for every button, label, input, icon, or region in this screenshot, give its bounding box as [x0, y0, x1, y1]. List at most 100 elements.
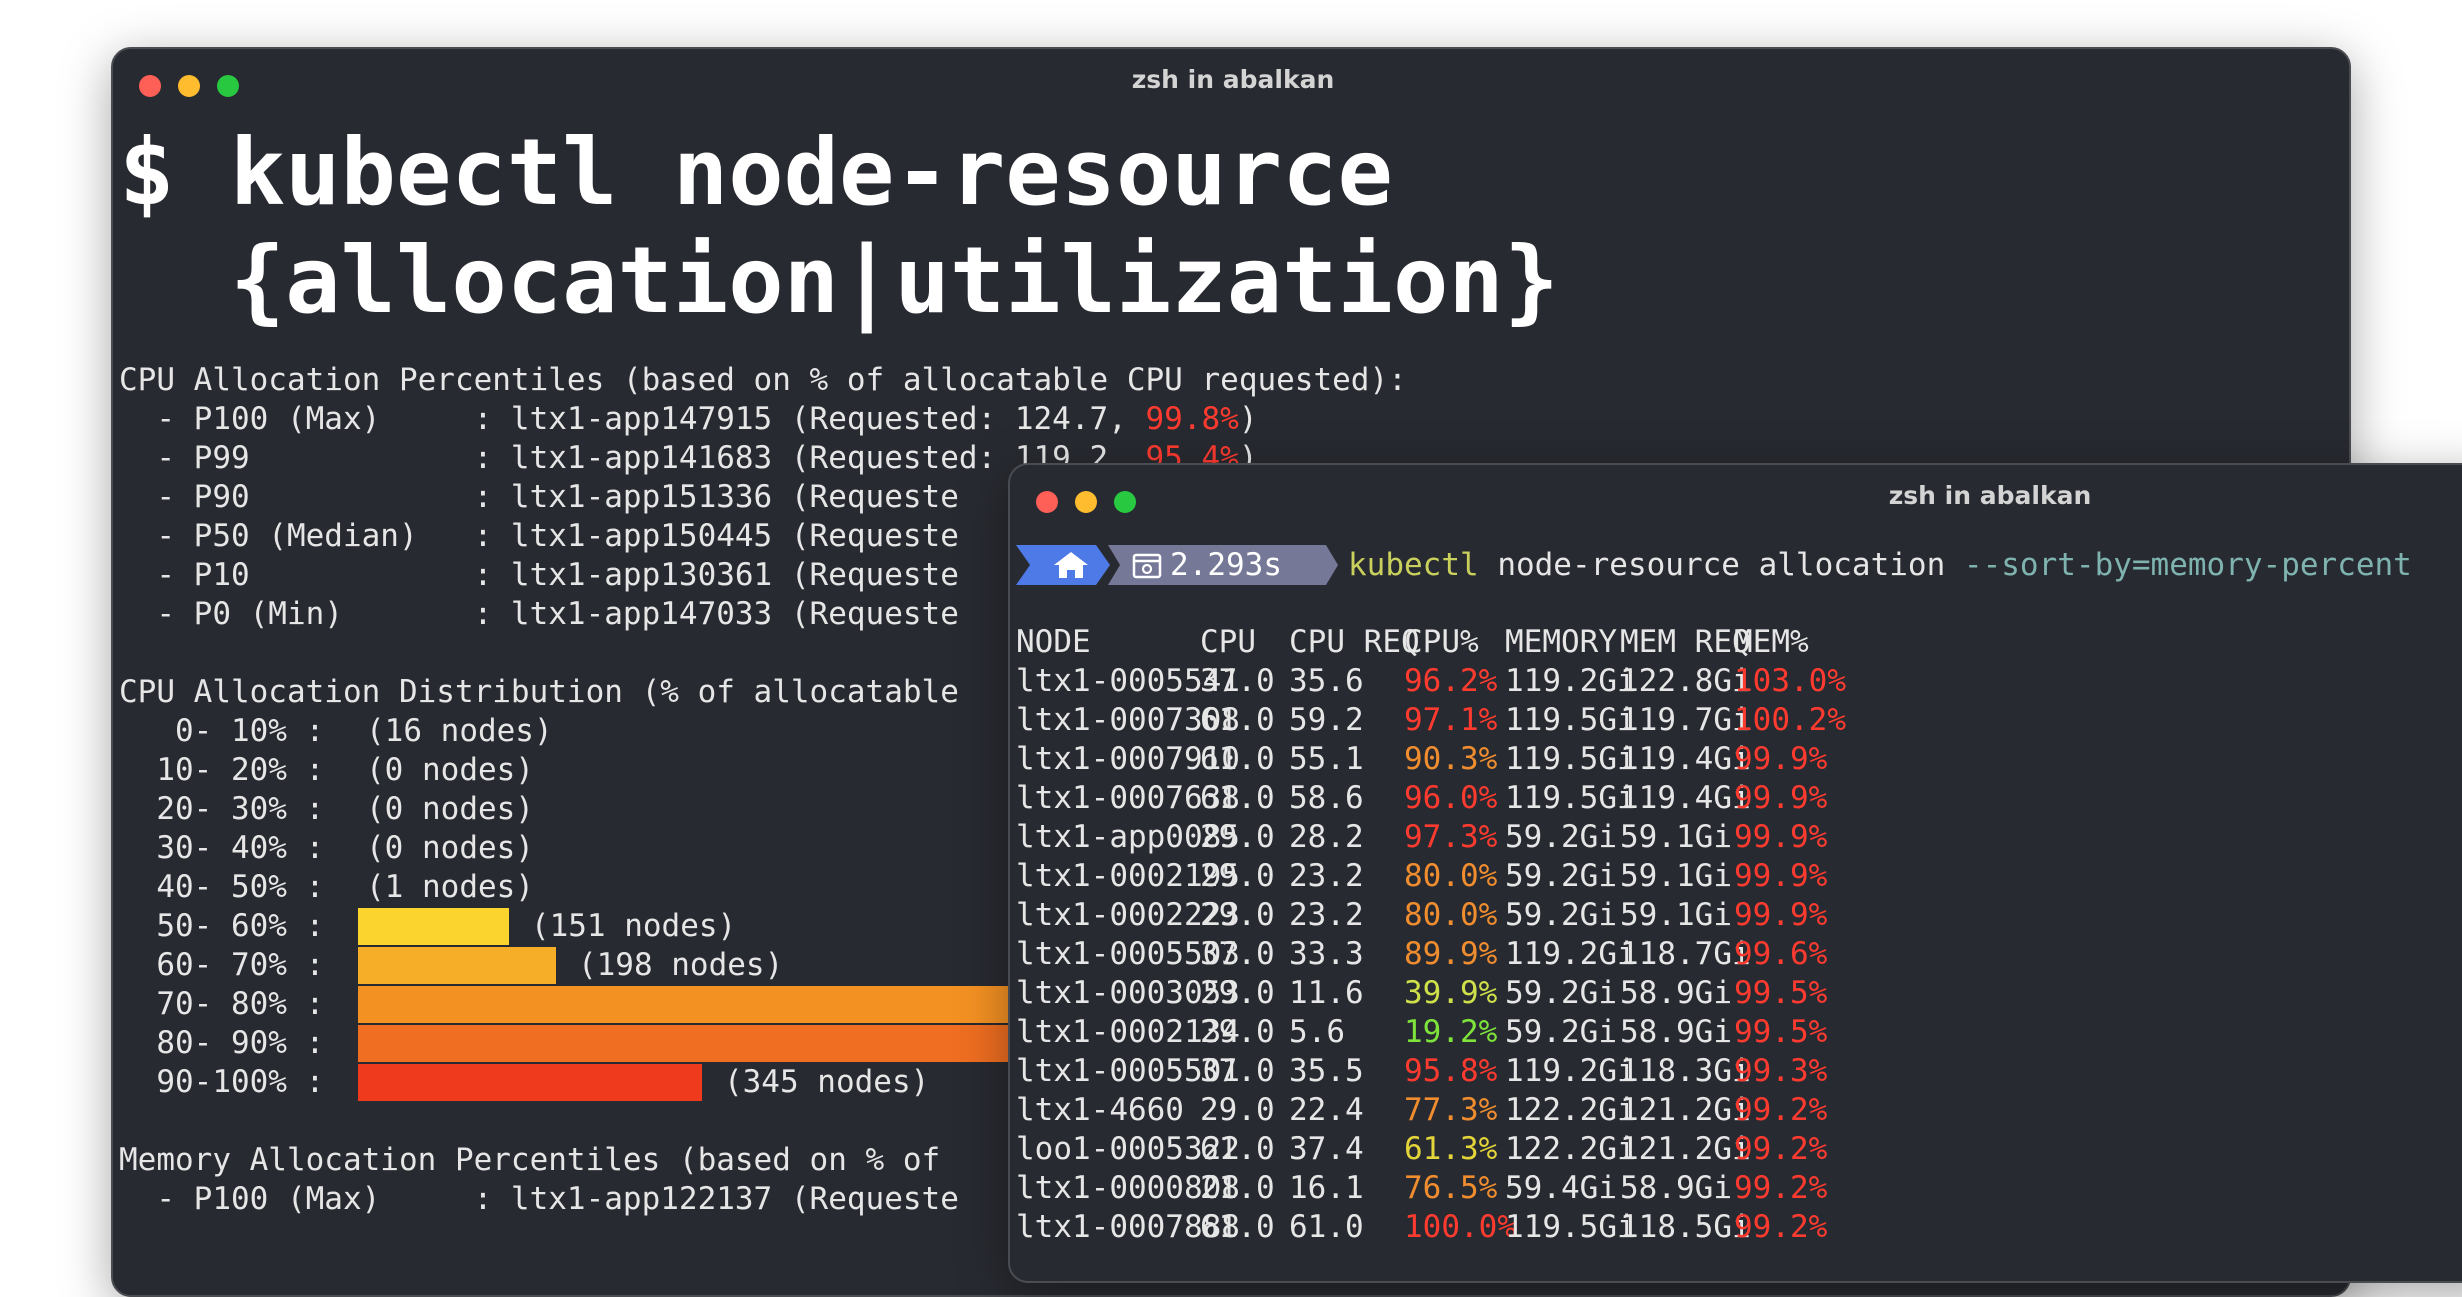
titlebar[interactable]: zsh in abalkan: [1010, 465, 2462, 533]
distribution-range: 20- 30% :: [119, 791, 343, 827]
memory-percent: 99.2%: [1734, 1170, 1828, 1206]
memory-requested: 118.7Gi: [1620, 936, 1751, 972]
cpu-capacity: 61.0: [1200, 702, 1275, 738]
distribution-bar: [358, 908, 509, 945]
percentile-text: - P10 : ltx1-app130361 (Requeste: [119, 557, 959, 593]
distribution-count: (0 nodes): [366, 752, 534, 788]
percentile-value: 99.8%: [1145, 401, 1239, 437]
cpu-requested: 11.6: [1289, 975, 1364, 1011]
memory-percent: 99.9%: [1734, 858, 1828, 894]
cpu-capacity: 29.0: [1200, 975, 1275, 1011]
memory-capacity: 59.2Gi: [1505, 975, 1617, 1011]
distribution-bar: [358, 1064, 702, 1101]
memory-percent: 99.9%: [1734, 819, 1828, 855]
memory-requested: 59.1Gi: [1620, 819, 1732, 855]
column-header: CPU%: [1404, 624, 1479, 660]
distribution-range: 0- 10% :: [119, 713, 343, 749]
cpu-capacity: 37.0: [1200, 936, 1275, 972]
memory-requested: 58.9Gi: [1620, 1170, 1732, 1206]
memory-percent: 103.0%: [1734, 663, 1846, 699]
cpu-capacity: 21.0: [1200, 1170, 1275, 1206]
cpu-requested: 23.2: [1289, 858, 1364, 894]
memory-capacity: 59.2Gi: [1505, 858, 1617, 894]
cpu-percent: 97.3%: [1404, 819, 1498, 855]
distribution-range: 90-100% :: [119, 1064, 343, 1100]
percentile-text: - P90 : ltx1-app151336 (Requeste: [119, 479, 959, 515]
cpu-percent: 77.3%: [1404, 1092, 1498, 1128]
distribution-range: 70- 80% :: [119, 986, 343, 1022]
cpu-capacity: 61.0: [1200, 1131, 1275, 1167]
distribution-range: 50- 60% :: [119, 908, 343, 944]
distribution-count: (198 nodes): [577, 947, 784, 983]
cpu-percent: 61.3%: [1404, 1131, 1498, 1167]
terminal-window-front[interactable]: zsh in abalkan 2.293s kubectl node-resou…: [1008, 463, 2462, 1283]
cpu-requested: 37.4: [1289, 1131, 1364, 1167]
cpu-capacity: 29.0: [1200, 819, 1275, 855]
cpu-percent: 89.9%: [1404, 936, 1498, 972]
cpu-percent: 80.0%: [1404, 858, 1498, 894]
column-header: CPU REQ: [1289, 624, 1420, 660]
cpu-percent: 100.0%: [1404, 1209, 1516, 1245]
elapsed-time: 2.293s: [1170, 547, 1282, 583]
node-name: ltx1-4660: [1016, 1092, 1184, 1128]
percentile-text: - P0 (Min) : ltx1-app147033 (Requeste: [119, 596, 959, 632]
column-header: NODE: [1016, 624, 1091, 660]
titlebar[interactable]: zsh in abalkan: [113, 49, 2349, 117]
cpu-capacity: 29.0: [1200, 1092, 1275, 1128]
memory-capacity: 59.2Gi: [1505, 819, 1617, 855]
percentile-text: - P50 (Median) : ltx1-app150445 (Request…: [119, 518, 959, 554]
distribution-count: (0 nodes): [366, 830, 534, 866]
memory-capacity: 119.5Gi: [1505, 702, 1636, 738]
memory-requested: 119.7Gi: [1620, 702, 1751, 738]
cpu-requested: 5.6: [1289, 1014, 1345, 1050]
memory-capacity: 119.2Gi: [1505, 1053, 1636, 1089]
cpu-requested: 22.4: [1289, 1092, 1364, 1128]
memory-capacity: 122.2Gi: [1505, 1092, 1636, 1128]
memory-requested: 118.3Gi: [1620, 1053, 1751, 1089]
memory-capacity: 119.5Gi: [1505, 741, 1636, 777]
memory-percent: 99.2%: [1734, 1092, 1828, 1128]
cpu-percent: 19.2%: [1404, 1014, 1498, 1050]
column-header: MEM%: [1734, 624, 1809, 660]
cpu-requested: 23.2: [1289, 897, 1364, 933]
headline-line-1: $ kubectl node-resource: [119, 119, 1393, 226]
memory-capacity: 119.5Gi: [1505, 780, 1636, 816]
cpu-requested: 35.6: [1289, 663, 1364, 699]
percentile-text: - P100 (Max) : ltx1-app147915 (Requested…: [119, 401, 1146, 437]
memory-percent: 99.9%: [1734, 780, 1828, 816]
cpu-capacity: 37.0: [1200, 663, 1275, 699]
cpu-capacity: 61.0: [1200, 780, 1275, 816]
command-flag: --sort-by=memory-percent: [1963, 547, 2412, 583]
memory-capacity: 119.5Gi: [1505, 1209, 1636, 1245]
distribution-count: (0 nodes): [366, 791, 534, 827]
memory-requested: 122.8Gi: [1620, 663, 1751, 699]
memory-requested: 118.5Gi: [1620, 1209, 1751, 1245]
percentile-line: - P10 : ltx1-app130361 (Requeste: [119, 556, 959, 595]
memory-percent: 99.9%: [1734, 741, 1828, 777]
prompt-home-segment: [1016, 545, 1110, 585]
cpu-requested: 16.1: [1289, 1170, 1364, 1206]
cpu-capacity: 29.0: [1200, 858, 1275, 894]
command-args: node-resource allocation: [1478, 547, 1964, 583]
distribution-count: (151 nodes): [530, 908, 737, 944]
cpu-percentiles-heading: CPU Allocation Percentiles (based on % o…: [119, 362, 1407, 398]
prompt-time-segment: 2.293s: [1108, 545, 1338, 585]
distribution-range: 40- 50% :: [119, 869, 343, 905]
distribution-count: (16 nodes): [366, 713, 553, 749]
distribution-range: 10- 20% :: [119, 752, 343, 788]
cpu-percent: 90.3%: [1404, 741, 1498, 777]
percentile-tail: ): [1238, 401, 1258, 437]
memory-percentiles-heading: Memory Allocation Percentiles (based on …: [119, 1142, 941, 1178]
memory-percent: 99.5%: [1734, 975, 1828, 1011]
memory-percent: 99.9%: [1734, 897, 1828, 933]
memory-requested: 59.1Gi: [1620, 897, 1732, 933]
memory-capacity: 119.2Gi: [1505, 663, 1636, 699]
cpu-distribution-heading: CPU Allocation Distribution (% of alloca…: [119, 674, 959, 710]
cpu-requested: 59.2: [1289, 702, 1364, 738]
window-title: zsh in abalkan: [1131, 65, 1335, 94]
percentile-line: - P0 (Min) : ltx1-app147033 (Requeste: [119, 595, 959, 634]
cpu-percent: 76.5%: [1404, 1170, 1498, 1206]
cpu-requested: 55.1: [1289, 741, 1364, 777]
column-header: CPU: [1200, 624, 1256, 660]
command-line[interactable]: kubectl node-resource allocation --sort-…: [1348, 545, 2412, 585]
